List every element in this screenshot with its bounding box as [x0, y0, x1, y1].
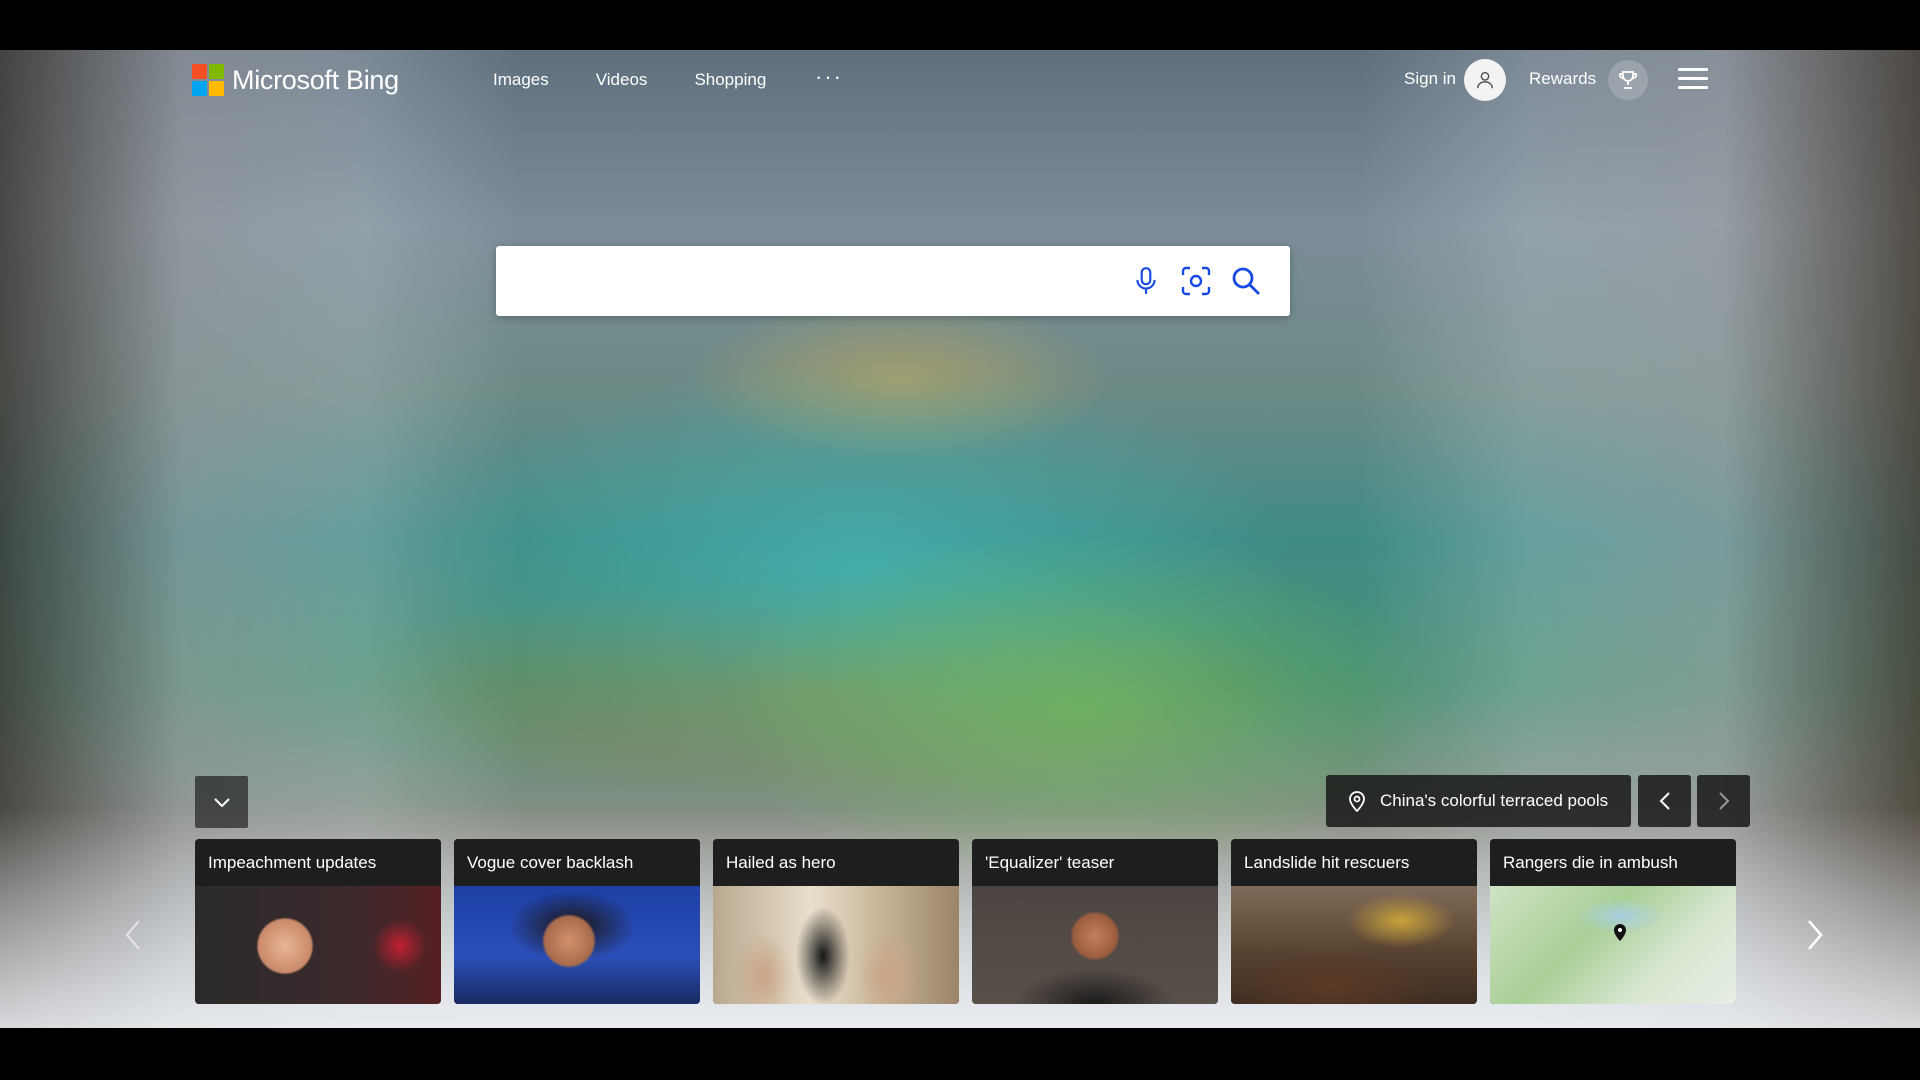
news-card[interactable]: Hailed as hero [713, 839, 959, 1004]
search-box [496, 246, 1290, 316]
bing-logo[interactable]: Microsoft Bing [192, 64, 399, 96]
avatar[interactable] [1464, 59, 1506, 101]
next-image-button[interactable] [1697, 775, 1750, 827]
search-icon [1232, 267, 1260, 295]
news-card[interactable]: Landslide hit rescuers [1231, 839, 1477, 1004]
news-card-title: 'Equalizer' teaser [972, 839, 1218, 886]
chevron-right-icon [1808, 920, 1823, 950]
news-card-title: Vogue cover backlash [454, 839, 700, 886]
news-card[interactable]: Impeachment updates [195, 839, 441, 1004]
hamburger-menu-button[interactable] [1678, 68, 1708, 92]
trophy-icon [1618, 71, 1638, 89]
microphone-icon [1136, 267, 1156, 294]
rewards-link[interactable]: Rewards [1529, 69, 1596, 89]
carousel-next-button[interactable] [1800, 915, 1830, 955]
news-card-image [1231, 886, 1477, 1004]
chevron-left-icon [125, 920, 140, 950]
sign-in-link[interactable]: Sign in [1404, 69, 1456, 89]
news-card-image [454, 886, 700, 1004]
previous-image-button[interactable] [1638, 775, 1691, 827]
menu-line [1678, 86, 1708, 89]
chevron-down-icon [213, 798, 230, 808]
news-card-title: Hailed as hero [713, 839, 959, 886]
map-pin-icon [1614, 924, 1626, 941]
visual-search-icon [1181, 266, 1211, 296]
search-input[interactable] [516, 260, 1120, 304]
news-card-image [713, 886, 959, 1004]
user-icon [1476, 71, 1494, 89]
letterbox-top [0, 0, 1920, 50]
news-card[interactable]: Vogue cover backlash [454, 839, 700, 1004]
carousel-prev-button[interactable] [118, 915, 148, 955]
image-info-button[interactable]: China's colorful terraced pools [1326, 775, 1631, 827]
image-caption: China's colorful terraced pools [1380, 791, 1609, 810]
visual-search-button[interactable] [1178, 263, 1214, 299]
news-card[interactable]: 'Equalizer' teaser [972, 839, 1218, 1004]
nav-item-videos[interactable]: Videos [596, 70, 648, 90]
microsoft-logo-icon [192, 64, 224, 96]
menu-line [1678, 68, 1708, 71]
news-card-image [195, 886, 441, 1004]
chevron-left-icon [1659, 792, 1670, 810]
nav-item-shopping[interactable]: Shopping [694, 70, 766, 90]
news-card-title: Rangers die in ambush [1490, 839, 1736, 886]
news-card[interactable]: Rangers die in ambush [1490, 839, 1736, 1004]
chevron-right-icon [1718, 792, 1729, 810]
news-card-title: Landslide hit rescuers [1231, 839, 1477, 886]
voice-search-button[interactable] [1128, 263, 1164, 299]
location-pin-icon [1346, 789, 1368, 813]
letterbox-bottom [0, 1028, 1920, 1080]
brand-name: Microsoft Bing [232, 64, 399, 95]
search-button[interactable] [1228, 263, 1264, 299]
top-nav: Images Videos Shopping [493, 70, 813, 90]
news-card-title: Impeachment updates [195, 839, 441, 886]
rewards-button[interactable] [1608, 60, 1648, 100]
menu-line [1678, 77, 1708, 80]
news-card-image [972, 886, 1218, 1004]
collapse-feed-button[interactable] [195, 776, 248, 828]
nav-item-images[interactable]: Images [493, 70, 549, 90]
nav-more-button[interactable]: ··· [815, 64, 843, 90]
news-card-image [1490, 886, 1736, 1004]
